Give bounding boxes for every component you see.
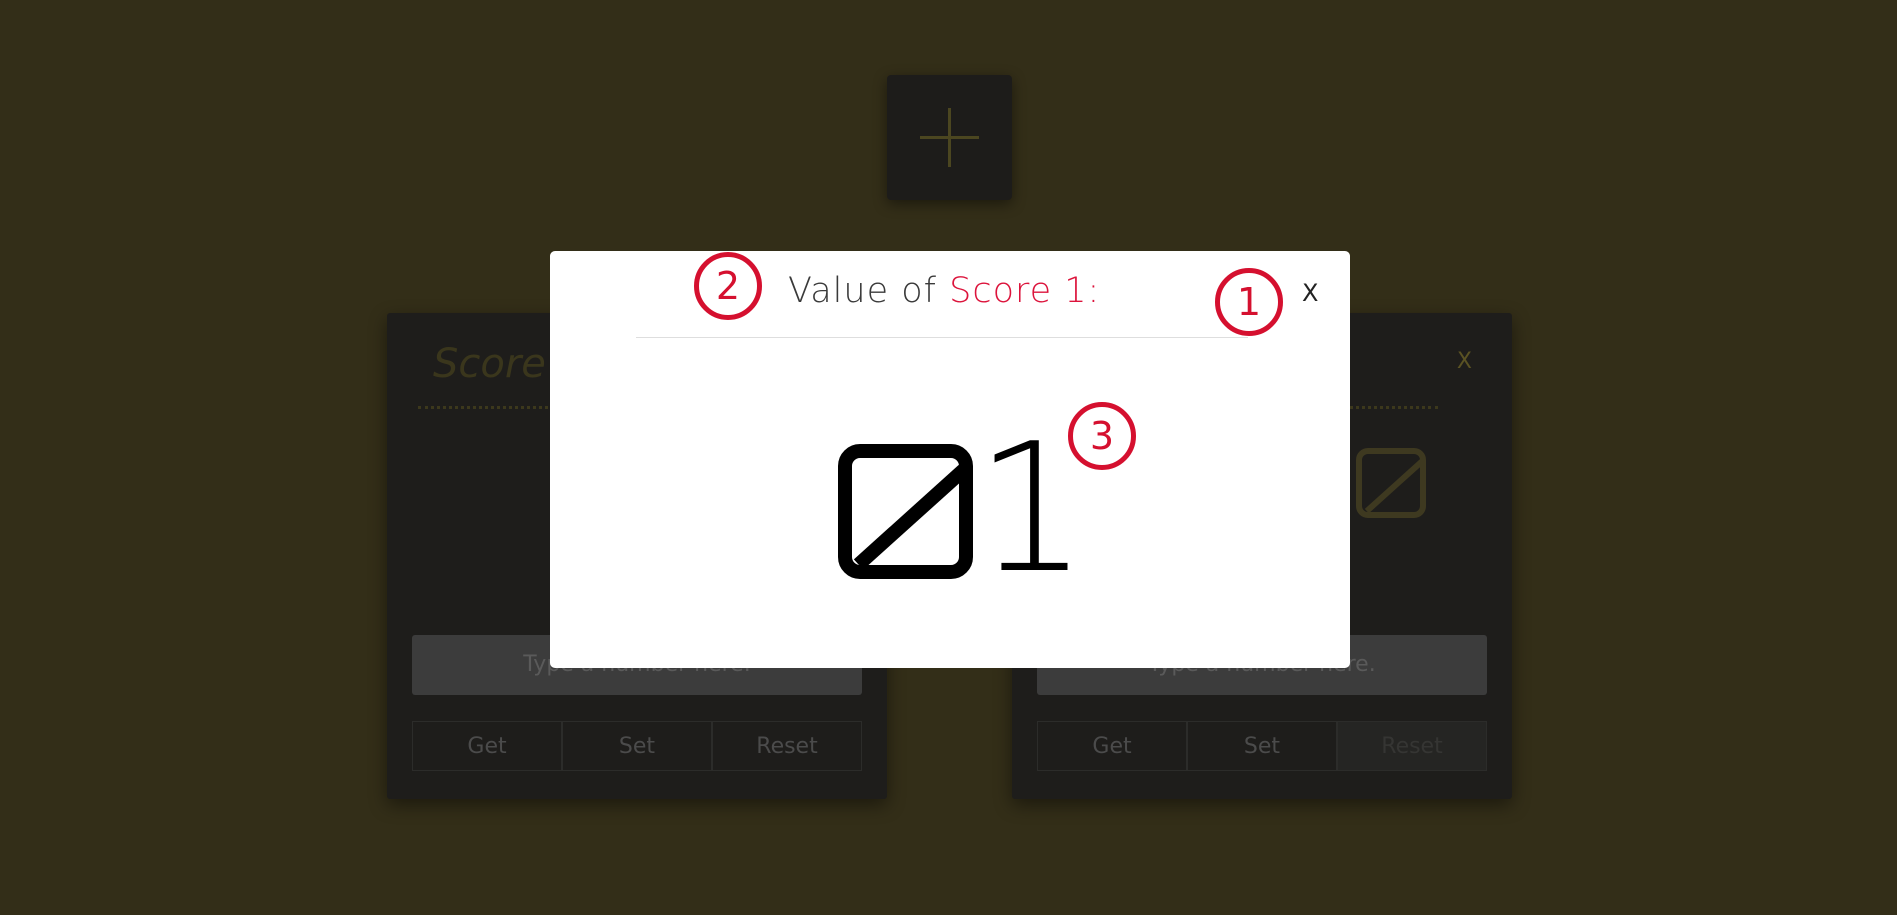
value-digit: 1 [975,405,1089,612]
modal-title-prefix: Value of [788,271,950,311]
modal-close-button[interactable]: X [1302,279,1318,307]
card-close-button[interactable]: X [1457,349,1472,374]
reset-button[interactable]: Reset [1337,721,1487,771]
set-button[interactable]: Set [1187,721,1337,771]
slashed-zero-glyph [838,444,973,579]
modal-title-counter-name: Score 1: [949,271,1101,311]
card-button-group: Get Set Reset [412,721,862,771]
annotation-marker-3: 3 [1068,402,1136,470]
plus-icon-vertical [948,108,951,167]
card-button-group: Get Set Reset [1037,721,1487,771]
get-button[interactable]: Get [412,721,562,771]
modal-title: Value of Score 1: [788,271,1100,311]
app-canvas: Score Type a number here. Get Set Reset … [0,0,1897,915]
reset-button[interactable]: Reset [712,721,862,771]
annotation-marker-2: 2 [694,252,762,320]
get-button[interactable]: Get [1037,721,1187,771]
card-value-zero-glyph [1356,448,1426,518]
zero-slash [1364,454,1420,512]
set-button[interactable]: Set [562,721,712,771]
add-counter-button[interactable] [887,75,1012,200]
modal-value-display: Ø1 1 [838,405,1089,612]
zero-slash [853,458,959,565]
annotation-marker-1: 1 [1215,268,1283,336]
modal-divider [636,337,1248,338]
card-title: Score [433,341,546,387]
